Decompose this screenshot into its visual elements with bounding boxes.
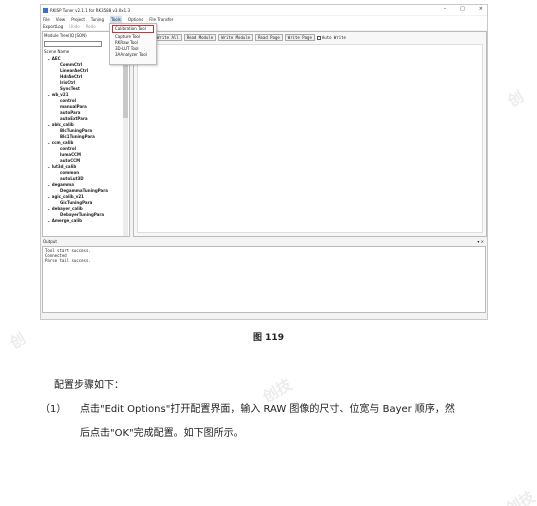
window-title: RKISP Tuner v2.1.1 for RK3588 v3.0x1.3 <box>50 7 130 13</box>
module-combo[interactable] <box>44 41 102 47</box>
output-panel: Output ▾ × Tool start success. Connected… <box>42 239 486 319</box>
parameter-panel: Write All Read Module Write Module Read … <box>133 31 487 237</box>
step-text: 点击"Edit Options"打开配置界面，输入 RAW 图像的尺寸、位宽与 … <box>80 404 455 415</box>
watermark: 创技 <box>502 487 537 506</box>
step-1-continued: 后点击"OK"完成配置。如下图所示。 <box>80 428 244 439</box>
undo-button[interactable]: Undo <box>69 23 79 30</box>
menu-file-transfer[interactable]: File Transfer <box>149 16 173 23</box>
output-title: Output <box>43 239 57 244</box>
module-label: Module Tree(IQ JSON) <box>44 33 87 38</box>
scene-header: Scene Name <box>44 49 70 54</box>
steps-heading: 配置步骤如下： <box>54 380 124 391</box>
figure-caption: 图 119 <box>253 333 284 343</box>
read-page-button[interactable]: Read Page <box>255 34 283 41</box>
menu-item-calibration-tool[interactable]: Calibration Tool <box>112 25 154 33</box>
write-module-button[interactable]: Write Module <box>218 34 254 41</box>
close-icon[interactable]: × <box>479 7 483 12</box>
menu-tools[interactable]: Tools <box>109 16 122 23</box>
step-1: （1） 点击"Edit Options"打开配置界面，输入 RAW 图像的尺寸、… <box>40 400 455 415</box>
app-icon <box>43 7 48 13</box>
output-panel-controls[interactable]: ▾ × <box>477 239 484 244</box>
step-number: （1） <box>40 404 67 415</box>
menu-view[interactable]: View <box>56 16 66 23</box>
log-line: Parse tail success. <box>45 258 91 263</box>
write-all-button[interactable]: Write All <box>154 34 182 41</box>
tree-scrollbar[interactable] <box>123 48 128 236</box>
scrollbar-thumb[interactable] <box>123 58 128 118</box>
menu-bar: File View Project Tuning Tools Options F… <box>41 16 487 23</box>
redo-button[interactable]: Redo <box>86 23 96 30</box>
watermark: 创 <box>504 87 527 111</box>
output-log: Tool start success. Connected Parse tail… <box>42 246 486 313</box>
menu-item-3aanalyzer-tool[interactable]: 3AAnalyzer Tool <box>110 52 156 58</box>
export-log-button[interactable]: ExportLog <box>43 23 63 30</box>
auto-write-label: Auto Write <box>321 35 346 40</box>
maximize-icon[interactable]: □ <box>460 7 465 12</box>
tools-dropdown-menu: Calibration Tool Capture Tool RKRaw Tool… <box>109 23 157 65</box>
read-module-button[interactable]: Read Module <box>183 34 217 41</box>
checkbox-box[interactable] <box>316 35 321 40</box>
menu-options[interactable]: Options <box>128 16 143 23</box>
menu-tuning[interactable]: Tuning <box>91 16 104 23</box>
window-controls: – □ × <box>444 7 483 12</box>
menu-project[interactable]: Project <box>71 16 85 23</box>
scene-tree: ⌄ AEC CommCtrl LinearAeCtrl HdrAeCtrl IrisCt… <box>44 56 124 236</box>
parameter-content-area <box>137 44 483 233</box>
tree-group[interactable]: ⌄ Amerge_calib <box>44 218 124 224</box>
write-page-button[interactable]: Write Page <box>284 34 315 41</box>
toolbar: ExportLog Undo Redo <box>41 23 487 30</box>
auto-write-checkbox[interactable]: Auto Write <box>316 35 346 40</box>
title-bar: RKISP Tuner v2.1.1 for RK3588 v3.0x1.3 –… <box>41 5 487 15</box>
app-screenshot: RKISP Tuner v2.1.1 for RK3588 v3.0x1.3 –… <box>40 4 488 320</box>
menu-file[interactable]: File <box>43 16 50 23</box>
parameter-toolbar: Write All Read Module Write Module Read … <box>134 32 486 41</box>
minimize-icon[interactable]: – <box>444 7 447 12</box>
